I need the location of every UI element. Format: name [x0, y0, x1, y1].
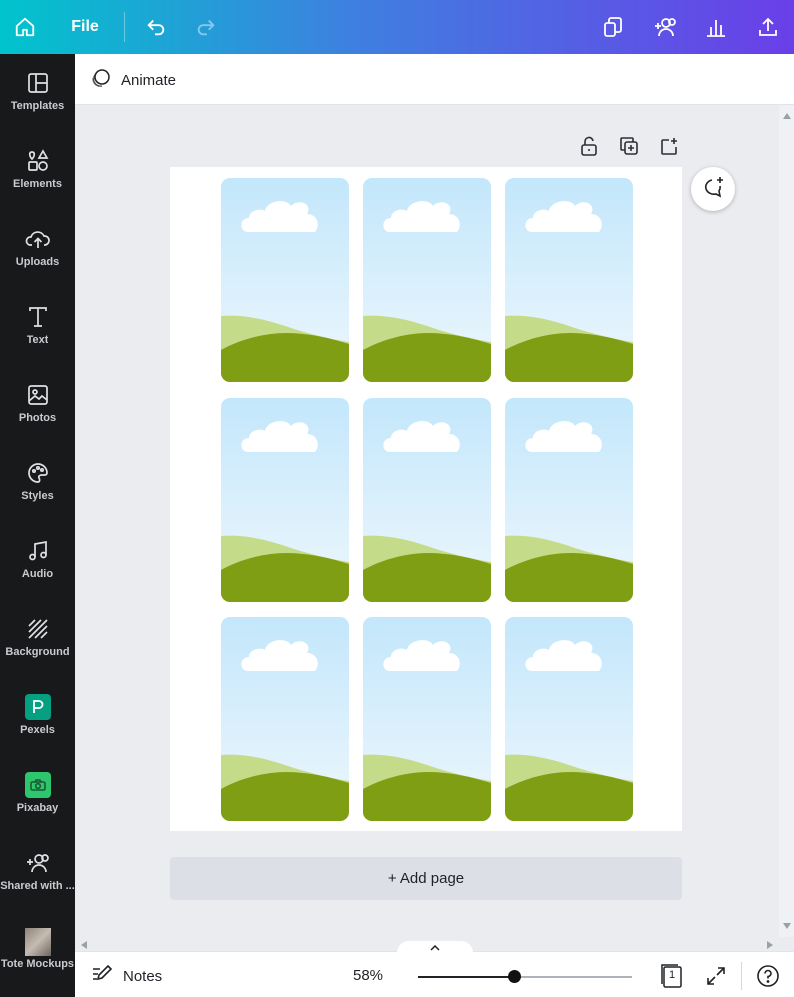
scroll-down-icon[interactable]: [783, 923, 791, 929]
undo-icon[interactable]: [140, 0, 172, 54]
sidebar-item-pixabay[interactable]: Pixabay: [0, 756, 75, 834]
sidebar-item-elements[interactable]: Elements: [0, 132, 75, 210]
sidebar-item-label: Shared with ...: [0, 880, 75, 892]
chevron-up-icon: [430, 945, 440, 951]
zoom-level[interactable]: 58%: [353, 967, 383, 984]
sidebar-item-background[interactable]: Background: [0, 600, 75, 678]
add-comment-button[interactable]: [691, 167, 735, 211]
page-count-button[interactable]: 1: [659, 963, 685, 989]
sidebar-item-label: Photos: [18, 412, 57, 424]
help-icon[interactable]: [755, 963, 781, 989]
share-people-icon[interactable]: [648, 0, 682, 54]
sidebar-item-label: Uploads: [15, 256, 60, 268]
landscape-card[interactable]: [505, 398, 633, 602]
scroll-up-icon[interactable]: [783, 113, 791, 119]
bottom-bar: Notes 58% 1: [75, 951, 794, 997]
design-page[interactable]: [170, 167, 682, 831]
sidebar: Templates Elements Uploads Text Photos S…: [0, 54, 75, 997]
sidebar-item-templates[interactable]: Templates: [0, 54, 75, 132]
sidebar-item-text[interactable]: Text: [0, 288, 75, 366]
collapse-panel-button[interactable]: [397, 941, 473, 955]
lock-icon[interactable]: [578, 134, 600, 158]
comment-icon: [701, 176, 725, 203]
landscape-card[interactable]: [363, 398, 491, 602]
upload-icon[interactable]: [754, 0, 782, 54]
fullscreen-icon[interactable]: [703, 963, 729, 989]
pexels-icon: [24, 694, 51, 720]
animate-label: Animate: [121, 71, 177, 89]
landscape-card[interactable]: [363, 617, 491, 821]
styles-icon: [27, 462, 49, 484]
scroll-right-icon[interactable]: [767, 941, 773, 949]
notes-icon: [91, 964, 113, 988]
sidebar-item-label: Tote Mockups: [0, 958, 75, 970]
sidebar-item-label: Pexels: [20, 724, 55, 736]
landscape-card[interactable]: [363, 178, 491, 382]
landscape-card[interactable]: [505, 617, 633, 821]
audio-icon: [27, 540, 49, 562]
landscape-card[interactable]: [221, 617, 349, 821]
scroll-left-icon[interactable]: [81, 941, 87, 949]
page-tools: [578, 134, 680, 160]
sidebar-item-label: Audio: [21, 568, 54, 580]
sidebar-item-styles[interactable]: Styles: [0, 444, 75, 522]
text-icon: [27, 306, 49, 328]
vertical-scrollbar[interactable]: [779, 105, 794, 937]
notes-button[interactable]: Notes: [91, 964, 162, 988]
sidebar-item-label: Background: [5, 646, 70, 658]
landscape-card[interactable]: [221, 398, 349, 602]
redo-icon[interactable]: [190, 0, 222, 54]
landscape-card[interactable]: [221, 178, 349, 382]
editor-toolbar: Animate: [75, 54, 794, 105]
photos-icon: [27, 384, 49, 406]
zoom-slider-thumb[interactable]: [508, 970, 522, 983]
tote-mockups-thumbnail: [24, 928, 51, 956]
landscape-card[interactable]: [505, 178, 633, 382]
sidebar-item-photos[interactable]: Photos: [0, 366, 75, 444]
sidebar-item-uploads[interactable]: Uploads: [0, 210, 75, 288]
duplicate-page-icon[interactable]: [618, 134, 640, 158]
resize-icon[interactable]: [598, 0, 628, 54]
sidebar-item-label: Templates: [10, 100, 65, 112]
zoom-slider-fill: [418, 976, 515, 978]
add-page-button[interactable]: + Add page: [170, 857, 682, 900]
animate-button[interactable]: Animate: [89, 65, 176, 95]
shared-icon: [24, 852, 52, 874]
add-page-icon[interactable]: [658, 134, 680, 158]
pixabay-icon: [24, 772, 51, 798]
animate-icon: [89, 67, 111, 93]
divider: [124, 12, 125, 42]
sidebar-item-label: Pixabay: [16, 802, 59, 814]
sidebar-item-label: Styles: [21, 490, 54, 502]
top-bar: File: [0, 0, 794, 54]
sidebar-item-label: Elements: [13, 178, 62, 190]
zoom-slider[interactable]: [418, 970, 632, 983]
sidebar-item-shared[interactable]: Shared with ...: [0, 834, 75, 912]
home-icon[interactable]: [4, 0, 46, 54]
templates-icon: [27, 72, 49, 94]
notes-label: Notes: [123, 967, 163, 985]
file-menu-button[interactable]: File: [62, 0, 108, 54]
sidebar-item-audio[interactable]: Audio: [0, 522, 75, 600]
insights-icon[interactable]: [702, 0, 730, 54]
sidebar-item-pexels[interactable]: Pexels: [0, 678, 75, 756]
background-icon: [27, 618, 49, 640]
sidebar-item-tote-mockups[interactable]: Tote Mockups: [0, 912, 75, 990]
divider: [741, 962, 742, 990]
page-count-value: 1: [669, 969, 676, 981]
sidebar-item-label: Text: [26, 334, 49, 346]
elements-icon: [26, 149, 50, 172]
uploads-icon: [25, 228, 51, 250]
